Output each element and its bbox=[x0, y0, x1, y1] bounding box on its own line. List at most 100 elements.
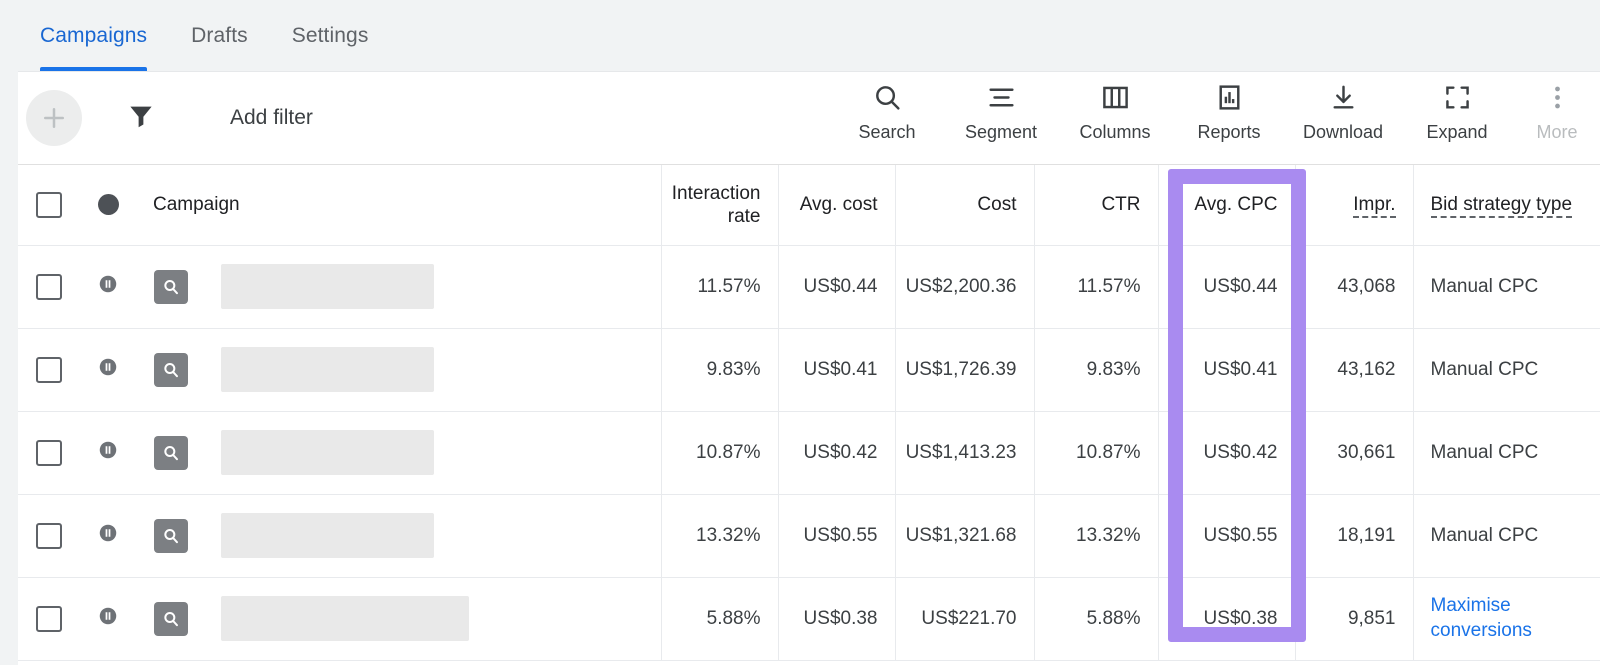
bid-strategy-link[interactable]: Maximise conversions bbox=[1431, 595, 1532, 641]
row-checkbox[interactable] bbox=[36, 273, 62, 300]
ctr-value: 11.57% bbox=[1077, 275, 1141, 297]
impr-header-cell[interactable]: Impr. bbox=[1295, 165, 1414, 246]
impr-value: 9,851 bbox=[1347, 607, 1396, 629]
impr-value: 43,162 bbox=[1337, 358, 1396, 380]
impr-cell: 43,162 bbox=[1295, 328, 1414, 412]
toolbar-download-button[interactable]: Download bbox=[1286, 81, 1400, 143]
avg-cost-header-cell[interactable]: Avg. cost bbox=[778, 165, 896, 246]
reports-bar-chart-icon bbox=[1214, 81, 1245, 115]
interaction-rate-header-cell[interactable]: Interaction rate bbox=[661, 165, 779, 246]
toolbar-expand-button[interactable]: Expand bbox=[1400, 81, 1514, 143]
search-campaign-type-icon[interactable] bbox=[154, 269, 188, 304]
toolbar-more-label: More bbox=[1536, 121, 1578, 142]
filter-funnel-icon bbox=[126, 101, 156, 136]
cost-cell: US$1,413.23 bbox=[895, 411, 1035, 495]
campaign-name-cell bbox=[136, 328, 662, 412]
interaction-rate-value: 5.88% bbox=[706, 607, 761, 629]
cost-header-cell[interactable]: Cost bbox=[895, 165, 1035, 246]
search-campaign-type-icon[interactable] bbox=[154, 352, 188, 387]
campaigns-table-body: 11.57% US$0.44 US$2,200.36 11.57% US$0.44 43,… bbox=[18, 245, 1600, 661]
avg-cpc-value: US$0.44 bbox=[1203, 275, 1278, 297]
columns-icon bbox=[1100, 81, 1131, 115]
cost-value: US$2,200.36 bbox=[905, 275, 1017, 297]
ctr-value: 5.88% bbox=[1086, 607, 1141, 629]
avg-cpc-header-cell[interactable]: Avg. CPC bbox=[1158, 165, 1296, 246]
toolbar-segment-label: Segment bbox=[964, 121, 1038, 142]
table-row[interactable]: 11.57% US$0.44 US$2,200.36 11.57% US$0.44 43,… bbox=[18, 245, 1600, 329]
tab-settings-label: Settings bbox=[291, 23, 369, 47]
campaign-header-cell[interactable]: Campaign bbox=[136, 165, 662, 246]
row-status-cell bbox=[80, 411, 136, 495]
row-checkbox[interactable] bbox=[36, 522, 62, 549]
select-all-header-cell bbox=[18, 165, 80, 246]
toolbar-columns-label: Columns bbox=[1079, 121, 1151, 142]
table-row[interactable]: 13.32% US$0.55 US$1,321.68 13.32% US$0.55 18,… bbox=[18, 494, 1600, 578]
ctr-value: 13.32% bbox=[1076, 524, 1141, 546]
row-checkbox[interactable] bbox=[36, 356, 62, 383]
toolbar-reports-button[interactable]: Reports bbox=[1172, 81, 1286, 143]
tab-campaigns[interactable]: Campaigns bbox=[18, 0, 169, 71]
add-filter-button[interactable]: Add filter bbox=[230, 106, 313, 130]
toolbar-segment-button[interactable]: Segment bbox=[944, 81, 1058, 143]
interaction-rate-header-label: Interaction rate bbox=[671, 182, 761, 227]
impr-cell: 9,851 bbox=[1295, 577, 1414, 661]
campaign-paused-icon[interactable] bbox=[97, 275, 119, 299]
campaign-paused-icon[interactable] bbox=[97, 607, 119, 631]
plus-icon bbox=[39, 103, 69, 133]
bid-strategy-type-cell: Manual CPC bbox=[1413, 328, 1600, 412]
cost-header-label: Cost bbox=[977, 194, 1017, 216]
avg-cpc-cell: US$0.38 bbox=[1158, 577, 1296, 661]
campaign-paused-icon[interactable] bbox=[97, 358, 119, 382]
ctr-cell: 9.83% bbox=[1034, 328, 1159, 412]
avg-cost-cell: US$0.38 bbox=[778, 577, 896, 661]
toolbar-columns-button[interactable]: Columns bbox=[1058, 81, 1172, 143]
campaign-name-redacted bbox=[221, 513, 434, 558]
search-campaign-type-icon[interactable] bbox=[154, 435, 188, 470]
search-campaign-type-icon[interactable] bbox=[154, 518, 188, 553]
row-status-cell bbox=[80, 494, 136, 578]
select-all-checkbox[interactable] bbox=[36, 191, 62, 218]
row-checkbox[interactable] bbox=[36, 605, 62, 632]
toolbar-expand-label: Expand bbox=[1426, 121, 1488, 142]
bid-strategy-type-header-cell[interactable]: Bid strategy type bbox=[1413, 165, 1600, 246]
row-checkbox[interactable] bbox=[36, 439, 62, 466]
campaign-name-cell bbox=[136, 577, 662, 661]
table-scroll-region[interactable]: Campaign Interaction rate Avg. cost Cost bbox=[18, 165, 1600, 665]
tab-settings[interactable]: Settings bbox=[270, 0, 391, 71]
segment-icon bbox=[986, 81, 1017, 115]
ctr-value: 9.83% bbox=[1086, 358, 1141, 380]
toolbar-search-button[interactable]: Search bbox=[830, 81, 944, 143]
table-row[interactable]: 5.88% US$0.38 US$221.70 5.88% US$0.38 9,851 Ma… bbox=[18, 577, 1600, 661]
ctr-value: 10.87% bbox=[1076, 441, 1141, 463]
avg-cpc-cell: US$0.44 bbox=[1158, 245, 1296, 329]
avg-cost-value: US$0.38 bbox=[803, 607, 878, 629]
filter-button[interactable] bbox=[124, 101, 158, 135]
tab-drafts[interactable]: Drafts bbox=[169, 0, 270, 71]
row-select-cell bbox=[18, 245, 80, 329]
campaign-paused-icon[interactable] bbox=[97, 524, 119, 548]
impr-value: 30,661 bbox=[1337, 441, 1396, 463]
table-row[interactable]: 9.83% US$0.41 US$1,726.39 9.83% US$0.41 43,16… bbox=[18, 328, 1600, 412]
bid-strategy-type-cell: Manual CPC bbox=[1413, 411, 1600, 495]
toolbar-search-label: Search bbox=[858, 121, 916, 142]
bid-strategy-type-cell[interactable]: Maximise conversions bbox=[1413, 577, 1600, 661]
new-campaign-button[interactable] bbox=[26, 90, 82, 146]
table-row[interactable]: 10.87% US$0.42 US$1,413.23 10.87% US$0.42 30,… bbox=[18, 411, 1600, 495]
tab-drafts-label: Drafts bbox=[191, 23, 248, 47]
campaign-paused-icon[interactable] bbox=[97, 441, 119, 465]
ctr-header-cell[interactable]: CTR bbox=[1034, 165, 1159, 246]
row-status-cell bbox=[80, 245, 136, 329]
bid-strategy-value: Manual CPC bbox=[1430, 275, 1539, 297]
avg-cost-header-label: Avg. cost bbox=[799, 194, 878, 216]
interaction-rate-value: 10.87% bbox=[696, 441, 761, 463]
bid-strategy-type-cell: Manual CPC bbox=[1413, 494, 1600, 578]
avg-cpc-value: US$0.42 bbox=[1203, 441, 1278, 463]
impr-cell: 43,068 bbox=[1295, 245, 1414, 329]
campaign-name-cell bbox=[136, 245, 662, 329]
interaction-rate-cell: 11.57% bbox=[661, 245, 779, 329]
avg-cost-cell: US$0.55 bbox=[778, 494, 896, 578]
search-campaign-type-icon[interactable] bbox=[154, 601, 188, 636]
toolbar-more-button[interactable]: More bbox=[1514, 81, 1600, 143]
google-ads-campaigns-page: Campaigns Drafts Settings Add filter Sea… bbox=[0, 0, 1600, 665]
avg-cpc-cell: US$0.41 bbox=[1158, 328, 1296, 412]
